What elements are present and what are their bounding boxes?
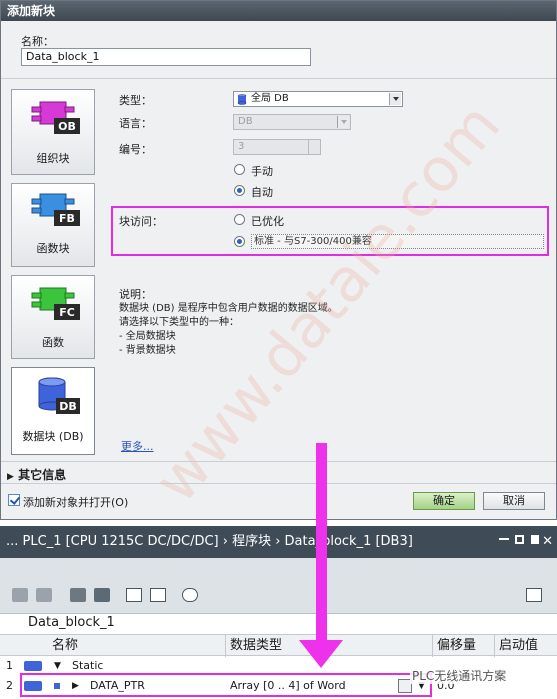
editor-toolbar [0, 558, 557, 614]
optimized-radio[interactable] [234, 214, 245, 225]
editor-titlebar: ... PLC_1 [CPU 1215C DC/DC/DC] › 程序块 › D… [0, 526, 557, 558]
number-value: 3 [238, 141, 245, 152]
col-data-type: 数据类型 [230, 638, 283, 653]
ob-block-icon: OB [31, 101, 80, 134]
description-text: 数据块 (DB) 是程序中包含用户数据的数据区域。 请选择以下类型中的一种： -… [119, 303, 338, 356]
dialog-title: 添加新块 [1, 1, 556, 21]
add-row-icon[interactable] [36, 588, 52, 602]
optimized-label: 已优化 [251, 215, 284, 228]
tile-data-block[interactable]: DB 数据块 (DB) [11, 367, 95, 455]
number-stepper: 3 [233, 139, 321, 155]
panel-toggle-icon[interactable] [526, 588, 542, 602]
list-view-icon[interactable] [126, 588, 142, 602]
table-view-icon[interactable] [150, 588, 166, 602]
more-link[interactable]: 更多... [121, 438, 154, 454]
snapshot-icon[interactable] [94, 588, 110, 602]
db-block-icon: DB [38, 377, 80, 414]
divider [1, 483, 556, 484]
description-title: 说明： [119, 288, 152, 301]
col-offset: 偏移量 [437, 638, 477, 653]
auto-radio[interactable] [234, 185, 245, 196]
float-window-icon[interactable] [531, 535, 539, 544]
fb-block-icon: FB [31, 193, 80, 226]
ok-button[interactable]: 确定 [413, 492, 475, 510]
divider [1, 461, 556, 462]
col-name: 名称 [52, 638, 79, 653]
name-label: 名称： [21, 35, 54, 48]
standard-radio[interactable] [234, 236, 245, 247]
wechat-label: PLC无线通讯方案 [410, 667, 509, 684]
fc-block-icon: FC [31, 287, 80, 320]
editor-breadcrumb: ... PLC_1 [CPU 1215C DC/DC/DC] › 程序块 › D… [6, 534, 413, 549]
row-number: 2 [6, 679, 13, 692]
manual-radio[interactable] [234, 164, 245, 175]
fc-badge: FC [59, 306, 75, 319]
chevron-down-icon [337, 116, 349, 128]
auto-label: 自动 [251, 186, 273, 199]
arrow-head [299, 640, 343, 668]
monitor-glasses-icon[interactable] [182, 588, 198, 602]
table-header: 名称 数据类型 偏移量 启动值 [0, 634, 557, 657]
arrow-shaft [316, 443, 327, 643]
type-label: 类型： [119, 94, 152, 107]
ob-badge: OB [58, 120, 76, 133]
divider [1, 78, 556, 79]
tile-function[interactable]: FC 函数 [11, 275, 95, 359]
tile-label: 函数块 [36, 242, 70, 255]
standard-option-label[interactable]: 标准 - 与S7-300/400兼容 [251, 234, 544, 249]
db-badge: DB [59, 400, 77, 413]
type-dropdown[interactable]: 全局 DB [233, 91, 403, 107]
number-label: 编号： [119, 143, 152, 156]
data-ptr-highlight [20, 673, 432, 697]
tile-label: 函数 [42, 336, 64, 349]
col-start-value: 启动值 [499, 638, 539, 653]
language-value: DB [238, 116, 253, 127]
manual-label: 手动 [251, 165, 273, 178]
add-open-label: 添加新对象并打开(O) [23, 496, 129, 509]
row-number: 1 [6, 659, 13, 672]
tile-organization-block[interactable]: OB 组织块 [11, 89, 95, 175]
db-element-icon [24, 661, 42, 671]
type-value: 全局 DB [251, 93, 289, 104]
maximize-icon[interactable] [515, 535, 524, 544]
database-icon [237, 94, 247, 105]
tile-label: 组织块 [36, 152, 70, 165]
stepper-arrows-icon [308, 140, 320, 154]
tile-label: 数据块 (DB) [22, 430, 84, 443]
minimize-icon[interactable] [499, 538, 509, 540]
language-dropdown: DB [233, 114, 351, 130]
block-access-label: 块访问： [119, 215, 163, 228]
chevron-down-icon[interactable] [389, 93, 401, 105]
add-new-block-dialog: 添加新块 名称： Data_block_1 OB 组织块 FB 函数块 FC 函… [0, 0, 557, 520]
insert-row-icon[interactable] [12, 588, 28, 602]
fb-badge: FB [59, 212, 75, 225]
other-info-label: 其它信息 [18, 468, 67, 482]
close-icon[interactable]: ✕ [542, 526, 553, 558]
language-label: 语言： [119, 117, 152, 130]
cancel-button[interactable]: 取消 [483, 492, 545, 510]
block-name-input[interactable]: Data_block_1 [21, 48, 311, 66]
reset-values-icon[interactable] [70, 588, 86, 602]
add-open-checkbox[interactable] [8, 494, 20, 506]
block-name-title: Data_block_1 [28, 615, 115, 630]
expand-triangle-icon: ▶ [7, 472, 14, 482]
other-info-section[interactable]: ▶ 其它信息 [7, 466, 66, 483]
tile-function-block[interactable]: FB 函数块 [11, 183, 95, 267]
